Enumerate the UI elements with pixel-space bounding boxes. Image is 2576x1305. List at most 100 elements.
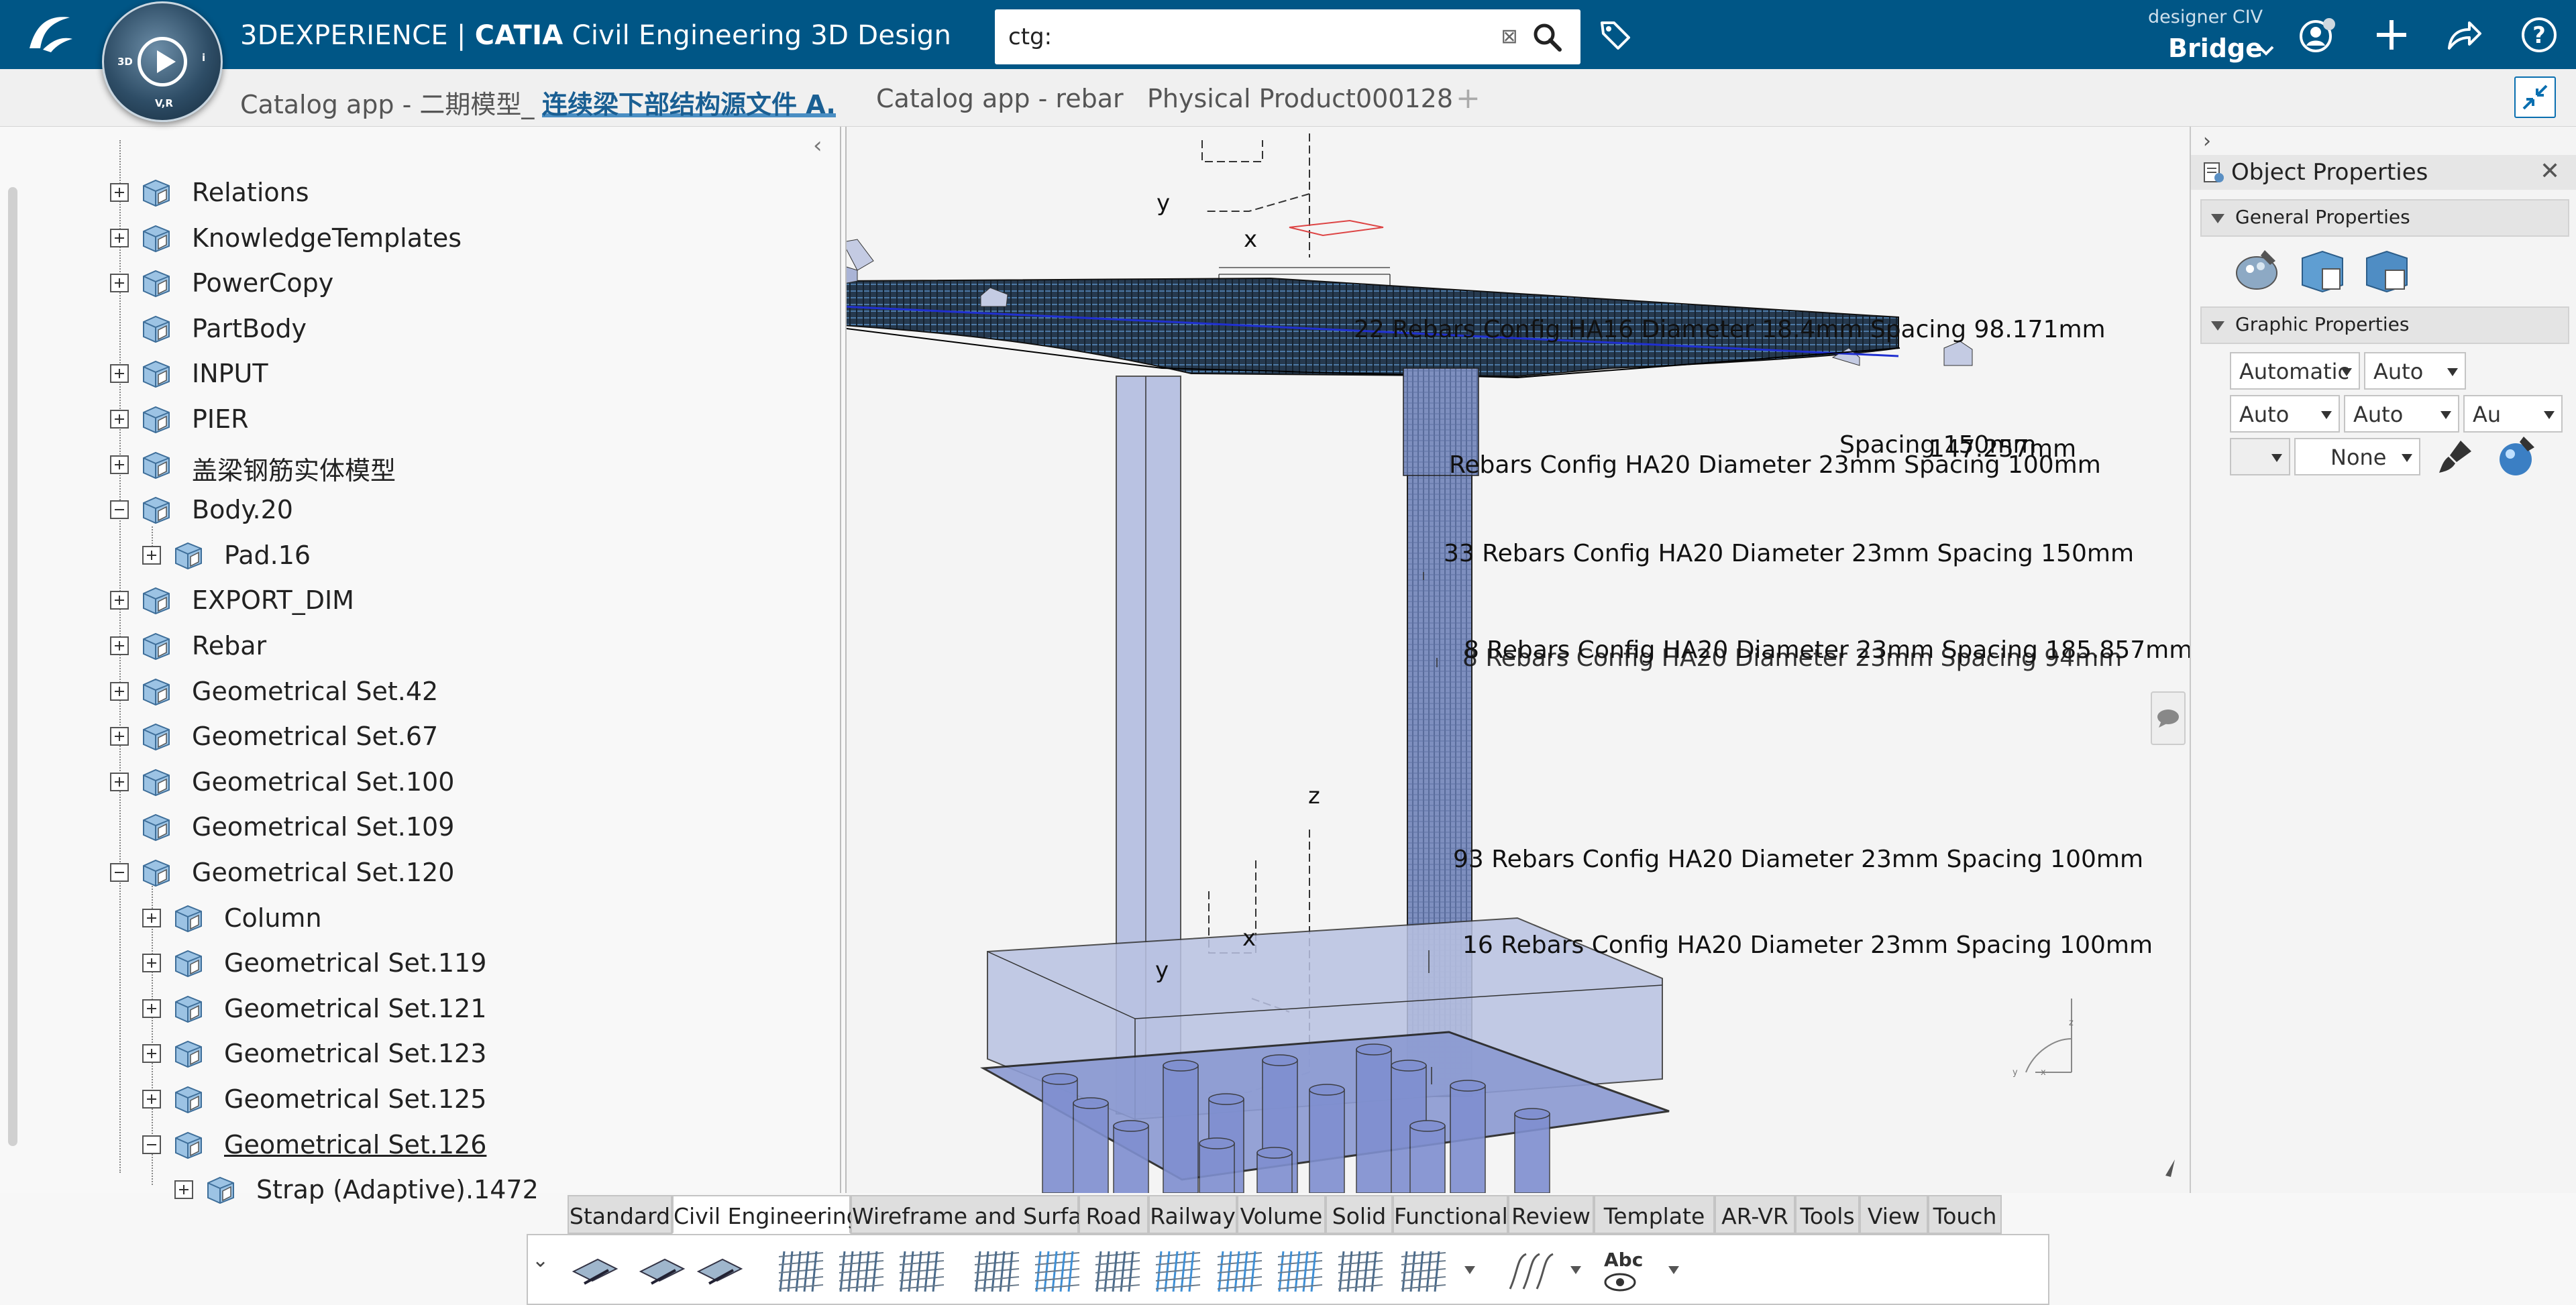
expand-icon[interactable]	[110, 636, 129, 655]
tree-scrollbar[interactable]	[8, 187, 17, 1146]
orientation-triad[interactable]	[2025, 999, 2072, 1073]
tab-physical-product[interactable]: Physical Product000128	[1147, 84, 1453, 117]
expand-icon[interactable]	[110, 727, 129, 746]
add-icon[interactable]	[2371, 15, 2412, 55]
layer-select[interactable]: Au	[2463, 395, 2563, 433]
toolbar-tab[interactable]: Volume	[1237, 1195, 1326, 1234]
appearance-icon[interactable]	[2493, 433, 2540, 479]
tree-splitter[interactable]	[840, 127, 847, 1193]
rebar-display-icon[interactable]	[1397, 1245, 1451, 1298]
share-icon[interactable]	[2444, 15, 2484, 55]
expand-icon[interactable]	[110, 455, 129, 474]
expand-icon[interactable]	[110, 681, 129, 701]
add-tab-icon[interactable]: +	[1456, 81, 1481, 115]
collapse-tree-icon[interactable]: ‹	[813, 132, 822, 159]
text-annotation-icon[interactable]: Abc	[1597, 1245, 1651, 1298]
rebar-pattern-icon[interactable]	[1214, 1245, 1267, 1298]
expand-panel-icon[interactable]: ›	[2203, 129, 2211, 153]
rebar-annotation[interactable]: 16 Rebars Config HA20 Diameter 23mm Spac…	[1462, 931, 2153, 959]
expand-icon[interactable]	[142, 1044, 161, 1064]
rebar-grid-2-icon[interactable]	[1091, 1245, 1145, 1298]
paintbrush-icon[interactable]	[2434, 435, 2477, 478]
line-color-select[interactable]: Automatic	[2230, 352, 2360, 390]
toolbar-tab[interactable]: Touch	[1928, 1195, 2002, 1234]
toolbar-tab[interactable]: AR-VR	[1715, 1195, 1795, 1234]
dropdown-arrow-icon[interactable]	[1570, 1266, 1581, 1274]
material-icon[interactable]	[2231, 245, 2285, 296]
rebar-annotation[interactable]: 33 Rebars Config HA20 Diameter 23mm Spac…	[1444, 540, 2134, 567]
expand-icon[interactable]	[142, 908, 161, 927]
bridge-deck-icon[interactable]	[568, 1245, 622, 1298]
toolbar-tab[interactable]: Standard	[568, 1195, 672, 1234]
collaborative-space-selector[interactable]: Bridge	[2168, 34, 2263, 63]
curve-icon[interactable]	[1503, 1245, 1557, 1298]
tag-icon[interactable]	[1598, 17, 1633, 52]
rebar-set-icon[interactable]	[896, 1245, 949, 1298]
toolbar-tab[interactable]: Review	[1508, 1195, 1594, 1234]
annotate-icon[interactable]	[635, 1245, 689, 1298]
graphic-properties-section[interactable]: Graphic Properties	[2200, 306, 2569, 344]
collapse-icon[interactable]	[142, 1135, 161, 1154]
comment-panel-toggle[interactable]	[2151, 691, 2186, 745]
3d-viewport[interactable]: z y x y x z x y 22 Rebars Config HA16 Diam…	[847, 127, 2190, 1193]
dropdown-arrow-icon[interactable]	[1668, 1266, 1679, 1274]
general-properties-section[interactable]: General Properties	[2200, 199, 2569, 237]
cage-icon[interactable]	[1274, 1245, 1328, 1298]
collapse-icon[interactable]	[110, 863, 129, 882]
rebar-annotation[interactable]: 93 Rebars Config HA20 Diameter 23mm Spac…	[1453, 846, 2143, 873]
tab-catalog-rebar[interactable]: Catalog app - rebar	[876, 84, 1124, 117]
toolbar-tab[interactable]: Solid	[1326, 1195, 1393, 1234]
rebar-grid-blue-icon[interactable]	[1031, 1245, 1085, 1298]
clear-search-icon[interactable]: ⊠	[1498, 25, 1521, 48]
toolbar-tab[interactable]: Railway	[1148, 1195, 1237, 1234]
rebar-annotation[interactable]: Rebars Config HA20 Diameter 23mm Spacing…	[1449, 451, 2101, 479]
point-type-select[interactable]: Auto	[2344, 395, 2459, 433]
expand-icon[interactable]	[110, 274, 129, 293]
expand-icon[interactable]	[110, 183, 129, 202]
expand-icon[interactable]	[142, 954, 161, 973]
compass-widget[interactable]: 3D V,R i	[102, 1, 223, 122]
expand-icon[interactable]	[110, 591, 129, 610]
render-style-select[interactable]: None	[2294, 438, 2420, 475]
expand-icon[interactable]	[142, 545, 161, 565]
rebar-layout-icon[interactable]	[1152, 1245, 1205, 1298]
reinforcement-icon[interactable]	[835, 1245, 889, 1298]
toolbar-tab[interactable]: Functional	[1393, 1195, 1508, 1234]
expand-icon[interactable]	[174, 1180, 193, 1200]
rebar-annotation[interactable]: 8 Rebars Config HA20 Diameter 23mm Spaci…	[1462, 644, 2122, 672]
expand-icon[interactable]	[110, 772, 129, 791]
transparency-select[interactable]	[2230, 438, 2290, 475]
rebar-shape-icon[interactable]	[775, 1245, 828, 1298]
toolbar-tab[interactable]: Tools	[1795, 1195, 1860, 1234]
schedule-icon[interactable]	[1334, 1245, 1388, 1298]
expand-icon[interactable]	[110, 410, 129, 429]
expand-icon[interactable]	[142, 999, 161, 1018]
minimize-window-button[interactable]	[2514, 76, 2556, 118]
toolbar-tab[interactable]: View	[1860, 1195, 1928, 1234]
collapse-action-bar-icon[interactable]: ⌄	[532, 1249, 549, 1272]
chevron-down-icon[interactable]	[2257, 40, 2275, 60]
profile-icon[interactable]	[2297, 15, 2337, 55]
line-type-select[interactable]: Auto	[2364, 352, 2466, 390]
expand-icon[interactable]	[110, 364, 129, 384]
product-properties-icon[interactable]	[2360, 245, 2414, 296]
play-icon[interactable]	[138, 37, 187, 87]
help-icon[interactable]: ?	[2519, 15, 2559, 55]
toolbar-tab[interactable]: Road	[1079, 1195, 1148, 1234]
expand-icon[interactable]	[110, 228, 129, 247]
collapse-icon[interactable]	[110, 500, 129, 520]
tab-catalog-app-2[interactable]: Catalog app - 二期模型_	[240, 84, 534, 119]
toolbar-tab[interactable]: Civil Engineering	[672, 1195, 861, 1234]
rebar-annotation[interactable]: 22 Rebars Config HA16 Diameter 18.4mm Sp…	[1354, 316, 2106, 343]
resize-corner-icon[interactable]	[2165, 1159, 2175, 1177]
search-icon[interactable]	[1532, 21, 1562, 52]
search-input[interactable]	[1008, 20, 1491, 54]
expand-icon[interactable]	[142, 1090, 161, 1109]
tab-continuous-beam[interactable]: 连续梁下部结构源文件 A.	[542, 84, 836, 119]
line-thickness-select[interactable]: Auto	[2230, 395, 2340, 433]
search-box[interactable]: ⊠	[995, 9, 1580, 64]
part-properties-icon[interactable]	[2296, 245, 2349, 296]
toolbar-tab[interactable]: Wireframe and Surface	[851, 1195, 1108, 1234]
dassault-logo-icon[interactable]	[23, 9, 76, 60]
dropdown-arrow-icon[interactable]	[1464, 1266, 1475, 1274]
